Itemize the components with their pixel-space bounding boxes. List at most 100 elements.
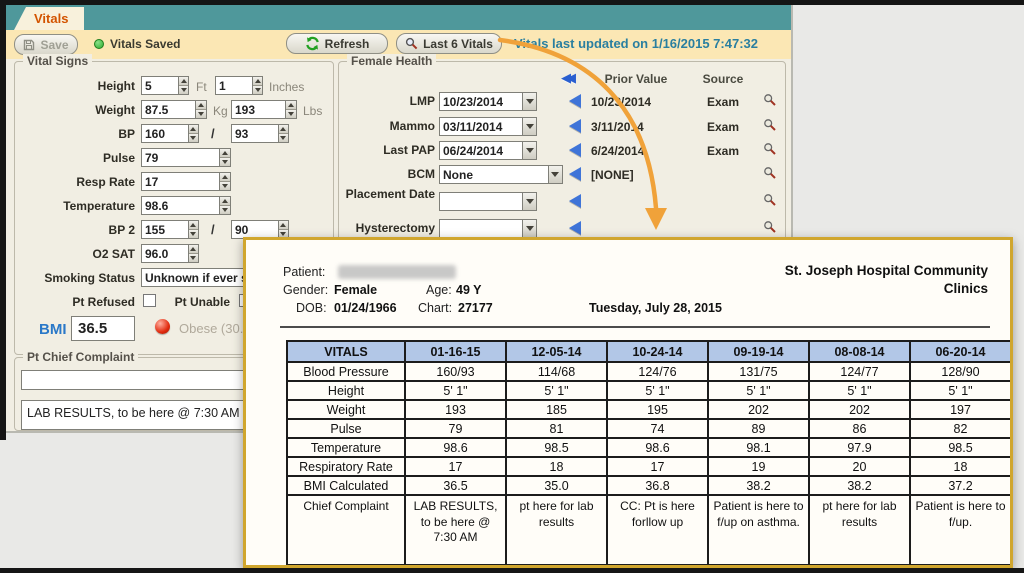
row-label: BMI Calculated (287, 476, 405, 495)
temperature-input[interactable] (142, 197, 219, 214)
tab-vitals[interactable]: Vitals (14, 7, 84, 30)
bcm-input[interactable] (440, 166, 548, 183)
chart-value: 27177 (458, 301, 493, 315)
hysterectomy-input[interactable] (440, 220, 522, 237)
mammo-input[interactable] (440, 118, 522, 135)
cell: Patient is here to f/up. (910, 495, 1011, 565)
cell: 202 (708, 400, 809, 419)
height-ft-spinner[interactable] (178, 77, 188, 94)
lmp-dropdown-button[interactable] (522, 93, 536, 110)
bp-systolic-input[interactable] (142, 125, 188, 142)
placement-date-copy-prior-icon[interactable] (569, 194, 581, 208)
patient-label: Patient: (283, 265, 325, 279)
temperature-spinner[interactable] (219, 197, 230, 214)
cell: 124/77 (809, 362, 910, 381)
mammo-dropdown-button[interactable] (522, 118, 536, 135)
cell: 185 (506, 400, 607, 419)
last-pap-dropdown-button[interactable] (522, 142, 536, 159)
hysterectomy-dropdown-button[interactable] (522, 220, 536, 237)
height-ft-input[interactable] (142, 77, 178, 94)
lmp-magnifier-icon[interactable] (763, 93, 777, 107)
lmp-copy-prior-icon[interactable] (569, 94, 581, 108)
weight-kg-input[interactable] (142, 101, 195, 118)
last-6-vitals-button[interactable]: Last 6 Vitals (396, 33, 502, 54)
pulse-spinner[interactable] (219, 149, 230, 166)
table-row: Pulse 79 81 74 89 86 82 (287, 419, 1011, 438)
cell: LAB RESULTS, to be here @ 7:30 AM (405, 495, 506, 565)
bp2-diastolic-input[interactable] (232, 221, 278, 238)
o2-sat-spinner[interactable] (188, 245, 198, 262)
col-header: 01-16-15 (405, 341, 506, 362)
bp2-diastolic-spinner[interactable] (278, 221, 288, 238)
weight-lbs-input[interactable] (232, 101, 285, 118)
bcm-copy-prior-icon[interactable] (569, 167, 581, 181)
table-header-row: VITALS 01-16-15 12-05-14 10-24-14 09-19-… (287, 341, 1011, 362)
row-label: Weight (287, 400, 405, 419)
last-pap-input[interactable] (440, 142, 522, 159)
hysterectomy-label: Hysterectomy (339, 222, 435, 236)
cell: 197 (910, 400, 1011, 419)
chief-complaint-note[interactable]: LAB RESULTS, to be here @ 7:30 AM (21, 400, 271, 430)
col-header: 10-24-14 (607, 341, 708, 362)
save-button[interactable]: Save (14, 34, 78, 55)
cell: 81 (506, 419, 607, 438)
placement-date-dropdown-button[interactable] (522, 193, 536, 210)
table-row: Weight 193 185 195 202 202 197 (287, 400, 1011, 419)
last-pap-row: Last PAP 6/24/2014 Exam (339, 141, 785, 163)
bp2-systolic-input[interactable] (142, 221, 188, 238)
vitals-history-table: VITALS 01-16-15 12-05-14 10-24-14 09-19-… (286, 340, 1012, 566)
table-row: Chief Complaint LAB RESULTS, to be here … (287, 495, 1011, 565)
bp-diastolic-input[interactable] (232, 125, 278, 142)
placement-date-magnifier-icon[interactable] (763, 193, 777, 207)
cell: 98.5 (910, 438, 1011, 457)
weight-lbs-spinner[interactable] (285, 101, 296, 118)
patient-name-redacted (338, 265, 456, 279)
resp-rate-input[interactable] (142, 173, 219, 190)
weight-kg-spinner[interactable] (195, 101, 206, 118)
bp2-label: BP 2 (15, 223, 135, 237)
height-in-spinner[interactable] (252, 77, 262, 94)
o2-sat-input[interactable] (142, 245, 188, 262)
last-pap-prior-value: 6/24/2014 (591, 144, 644, 158)
cell: 97.9 (809, 438, 910, 457)
cell: 5' 1" (405, 381, 506, 400)
height-in-input[interactable] (216, 77, 252, 94)
resp-rate-spinner[interactable] (219, 173, 230, 190)
cell: Patient is here to f/up on asthma. (708, 495, 809, 565)
row-label: Chief Complaint (287, 495, 405, 565)
bcm-dropdown-button[interactable] (548, 166, 562, 183)
cell: 124/76 (607, 362, 708, 381)
cell: CC: Pt is here forllow up (607, 495, 708, 565)
placement-date-input[interactable] (440, 193, 522, 210)
chief-complaint-input[interactable] (21, 370, 259, 390)
bp2-systolic-spinner[interactable] (188, 221, 198, 238)
bmi-label: BMI (39, 321, 67, 338)
placement-date-label: Placement Date (339, 188, 435, 202)
last-pap-magnifier-icon[interactable] (763, 142, 777, 156)
bmi-value (71, 316, 135, 341)
last-6-vitals-button-label: Last 6 Vitals (423, 37, 493, 51)
last-pap-source: Exam (691, 144, 755, 158)
lmp-input[interactable] (440, 93, 522, 110)
bcm-magnifier-icon[interactable] (763, 166, 777, 180)
height-label: Height (15, 79, 135, 93)
hysterectomy-magnifier-icon[interactable] (763, 220, 777, 234)
vitals-saved-status: Vitals Saved (110, 37, 181, 51)
bp-systolic-spinner[interactable] (188, 125, 198, 142)
copy-all-prior-icon[interactable]: ◀◀ (561, 70, 571, 86)
screen-frame-bottom (0, 568, 1024, 573)
hysterectomy-copy-prior-icon[interactable] (569, 221, 581, 235)
weight-label: Weight (15, 103, 135, 117)
bmi-alert-dot-icon (155, 319, 170, 334)
last-updated-text: Vitals last updated on 1/16/2015 7:47:32 (514, 36, 758, 51)
table-row: Height 5' 1" 5' 1" 5' 1" 5' 1" 5' 1" 5' … (287, 381, 1011, 400)
mammo-magnifier-icon[interactable] (763, 118, 777, 132)
last-pap-copy-prior-icon[interactable] (569, 143, 581, 157)
bp-diastolic-spinner[interactable] (278, 125, 288, 142)
refresh-button[interactable]: Refresh (286, 33, 388, 54)
bp-row: BP / (15, 124, 333, 144)
pulse-input[interactable] (142, 149, 219, 166)
mammo-copy-prior-icon[interactable] (569, 119, 581, 133)
cell: 98.5 (506, 438, 607, 457)
lmp-label: LMP (339, 95, 435, 109)
